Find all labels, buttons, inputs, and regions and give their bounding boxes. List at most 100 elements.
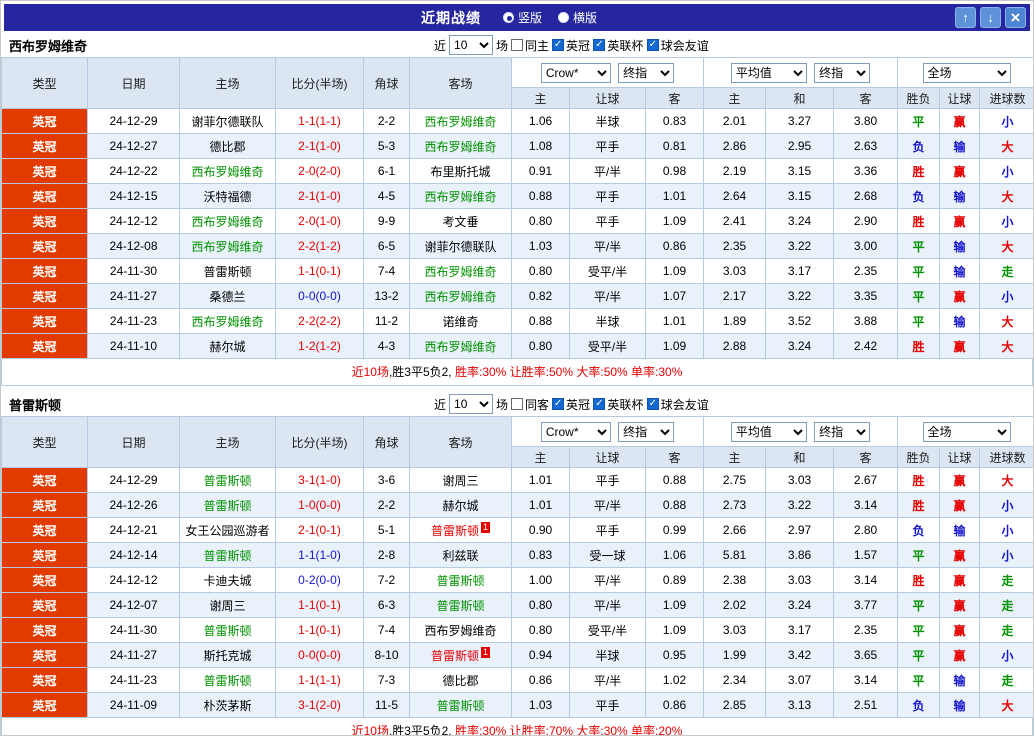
home-team-name[interactable]: 西布罗姆维奇 [191,165,263,179]
away-team-name[interactable]: 普雷斯顿 [431,649,479,663]
avg-select[interactable]: 平均值 [730,62,807,83]
scroll-down-button[interactable]: ↓ [980,7,1001,28]
home-team-name[interactable]: 普雷斯顿 [203,624,251,638]
home-team-name[interactable]: 赫尔城 [209,340,245,354]
home-team-name[interactable]: 女王公园巡游者 [185,524,269,538]
home-team-name[interactable]: 桑德兰 [209,290,245,304]
away-team-cell[interactable]: 谢周三 [409,467,512,493]
home-team-name[interactable]: 德比郡 [209,140,245,154]
home-team-name[interactable]: 朴茨茅斯 [203,699,251,713]
away-team-name[interactable]: 西布罗姆维奇 [424,340,496,354]
odds-company-select[interactable]: Crow* [540,62,611,83]
away-team-name[interactable]: 普雷斯顿 [431,524,479,538]
scroll-up-button[interactable]: ↑ [955,7,976,28]
away-team-cell[interactable]: 利兹联 [409,542,512,568]
home-team-cell[interactable]: 德比郡 [179,133,276,159]
recent-count-select[interactable]: 10 [449,35,494,55]
home-team-name[interactable]: 谢菲尔德联队 [191,115,263,129]
home-team-cell[interactable]: 普雷斯顿 [179,617,276,643]
home-team-name[interactable]: 普雷斯顿 [203,549,251,563]
home-team-name[interactable]: 沃特福德 [203,190,251,204]
away-team-cell[interactable]: 普雷斯顿 1 [409,517,512,543]
away-team-name[interactable]: 布里斯托城 [430,165,490,179]
away-team-name[interactable]: 利兹联 [442,549,478,563]
close-button[interactable]: × [1005,7,1026,28]
away-team-name[interactable]: 普雷斯顿 [436,699,484,713]
home-team-cell[interactable]: 普雷斯顿 [179,467,276,493]
away-team-name[interactable]: 德比郡 [442,674,478,688]
same-venue-checkbox[interactable]: 同客 [511,396,549,413]
home-team-name[interactable]: 普雷斯顿 [203,499,251,513]
away-team-name[interactable]: 普雷斯顿 [436,574,484,588]
home-team-cell[interactable]: 桑德兰 [179,283,276,309]
away-team-cell[interactable]: 西布罗姆维奇 [409,333,512,359]
away-team-cell[interactable]: 考文垂 [409,208,512,234]
away-team-name[interactable]: 诺维奇 [442,315,478,329]
recent-count-select[interactable]: 10 [449,394,494,414]
league-filter-checkbox[interactable]: ✓ 英冠 [552,37,590,54]
odds-final-select[interactable]: 终指 [618,62,675,83]
home-team-cell[interactable]: 西布罗姆维奇 [179,233,276,259]
away-team-name[interactable]: 西布罗姆维奇 [424,115,496,129]
home-team-cell[interactable]: 西布罗姆维奇 [179,158,276,184]
home-team-name[interactable]: 卡迪夫城 [203,574,251,588]
away-team-cell[interactable]: 西布罗姆维奇 [409,283,512,309]
scope-select[interactable]: 全场 [922,62,1011,83]
away-team-cell[interactable]: 谢菲尔德联队 [409,233,512,259]
away-team-name[interactable]: 谢菲尔德联队 [424,240,496,254]
home-team-name[interactable]: 斯托克城 [203,649,251,663]
odds-company-select[interactable]: Crow* [540,421,611,442]
home-team-cell[interactable]: 卡迪夫城 [179,567,276,593]
away-team-name[interactable]: 西布罗姆维奇 [424,290,496,304]
league-filter-checkbox[interactable]: ✓ 英联杯 [593,37,643,54]
avg-final-select[interactable]: 终指 [814,421,871,442]
home-team-name[interactable]: 西布罗姆维奇 [191,240,263,254]
avg-select[interactable]: 平均值 [730,421,807,442]
home-team-cell[interactable]: 朴茨茅斯 [179,692,276,718]
home-team-cell[interactable]: 普雷斯顿 [179,492,276,518]
away-team-name[interactable]: 西布罗姆维奇 [424,140,496,154]
home-team-cell[interactable]: 女王公园巡游者 [179,517,276,543]
away-team-cell[interactable]: 德比郡 [409,667,512,693]
home-team-name[interactable]: 普雷斯顿 [203,474,251,488]
home-team-cell[interactable]: 谢周三 [179,592,276,618]
scope-select[interactable]: 全场 [922,421,1011,442]
same-venue-checkbox[interactable]: 同主 [511,37,549,54]
avg-final-select[interactable]: 终指 [814,62,871,83]
home-team-cell[interactable]: 沃特福德 [179,183,276,209]
away-team-name[interactable]: 西布罗姆维奇 [424,624,496,638]
home-team-name[interactable]: 西布罗姆维奇 [191,215,263,229]
league-filter-checkbox[interactable]: ✓ 英冠 [552,396,590,413]
home-team-cell[interactable]: 西布罗姆维奇 [179,308,276,334]
home-team-name[interactable]: 谢周三 [209,599,245,613]
league-filter-checkbox[interactable]: ✓ 英联杯 [593,396,643,413]
horizontal-layout-radio[interactable]: 横版 [558,9,597,26]
home-team-cell[interactable]: 西布罗姆维奇 [179,208,276,234]
home-team-cell[interactable]: 普雷斯顿 [179,542,276,568]
away-team-cell[interactable]: 西布罗姆维奇 [409,133,512,159]
away-team-name[interactable]: 西布罗姆维奇 [424,265,496,279]
away-team-name[interactable]: 普雷斯顿 [436,599,484,613]
away-team-name[interactable]: 赫尔城 [442,499,478,513]
odds-final-select[interactable]: 终指 [618,421,675,442]
away-team-cell[interactable]: 普雷斯顿 [409,567,512,593]
home-team-cell[interactable]: 普雷斯顿 [179,667,276,693]
away-team-name[interactable]: 考文垂 [442,215,478,229]
vertical-layout-radio[interactable]: 竖版 [502,9,542,26]
away-team-cell[interactable]: 西布罗姆维奇 [409,183,512,209]
away-team-cell[interactable]: 赫尔城 [409,492,512,518]
away-team-name[interactable]: 谢周三 [442,474,478,488]
away-team-cell[interactable]: 布里斯托城 [409,158,512,184]
away-team-cell[interactable]: 西布罗姆维奇 [409,617,512,643]
away-team-cell[interactable]: 普雷斯顿 [409,592,512,618]
home-team-cell[interactable]: 斯托克城 [179,642,276,668]
away-team-cell[interactable]: 普雷斯顿 [409,692,512,718]
home-team-cell[interactable]: 赫尔城 [179,333,276,359]
home-team-name[interactable]: 普雷斯顿 [203,674,251,688]
away-team-cell[interactable]: 西布罗姆维奇 [409,258,512,284]
home-team-cell[interactable]: 普雷斯顿 [179,258,276,284]
league-filter-checkbox[interactable]: ✓ 球会友谊 [646,37,709,54]
home-team-name[interactable]: 西布罗姆维奇 [191,315,263,329]
home-team-cell[interactable]: 谢菲尔德联队 [179,108,276,134]
league-filter-checkbox[interactable]: ✓ 球会友谊 [646,396,709,413]
